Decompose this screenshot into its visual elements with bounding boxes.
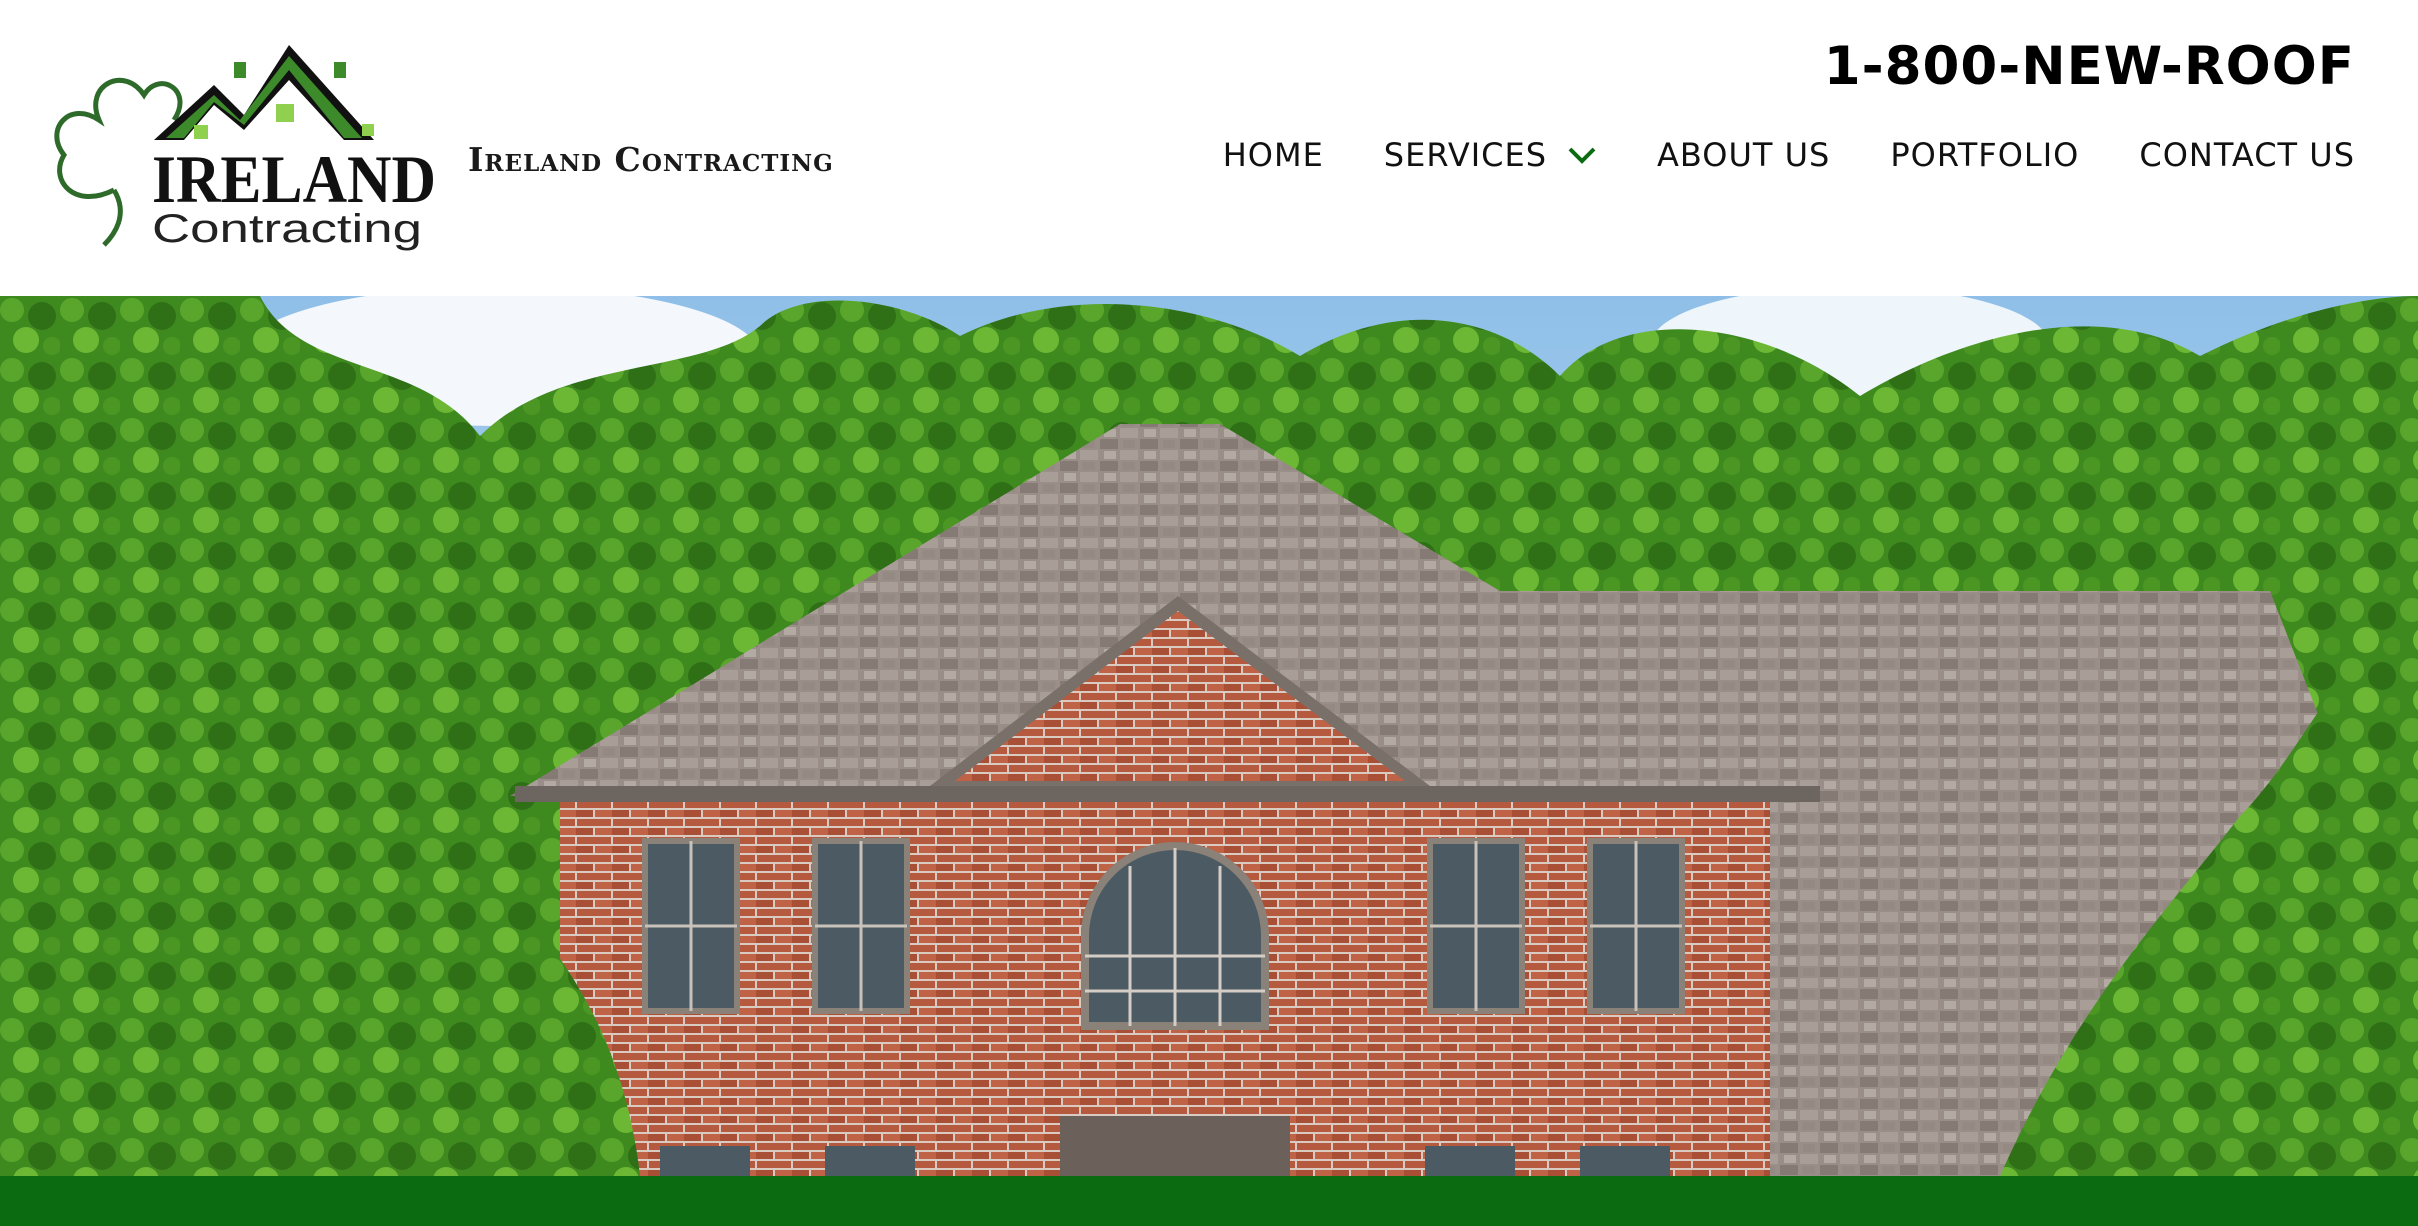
company-logo[interactable]: IRELAND Contracting: [44, 40, 440, 252]
nav-about-us-label: ABOUT US: [1657, 136, 1831, 174]
nav-services-label: SERVICES: [1383, 136, 1548, 174]
site-header: IRELAND Contracting Ireland Contracting …: [0, 0, 2418, 296]
main-nav: HOME SERVICES ABOUT US PORTFOLIO CONTACT…: [1223, 136, 2355, 174]
green-banner-bar: [0, 1176, 2418, 1226]
nav-about-us[interactable]: ABOUT US: [1657, 136, 1830, 174]
logo-wordmark: IRELAND: [152, 141, 436, 217]
logo-subtitle: Contracting: [152, 207, 422, 251]
nav-portfolio-label: PORTFOLIO: [1890, 136, 2080, 174]
nav-portfolio[interactable]: PORTFOLIO: [1890, 136, 2079, 174]
chevron-down-icon[interactable]: [1567, 145, 1597, 165]
brand-name[interactable]: Ireland Contracting: [468, 140, 834, 179]
phone-number[interactable]: 1-800-NEW-ROOF: [1824, 36, 2355, 97]
hero-image: [0, 296, 2418, 1176]
nav-home[interactable]: HOME: [1223, 136, 1324, 174]
nav-contact-us[interactable]: CONTACT US: [2139, 136, 2355, 174]
nav-contact-us-label: CONTACT US: [2139, 136, 2355, 174]
nav-services[interactable]: SERVICES: [1384, 136, 1597, 174]
nav-home-label: HOME: [1222, 136, 1324, 174]
